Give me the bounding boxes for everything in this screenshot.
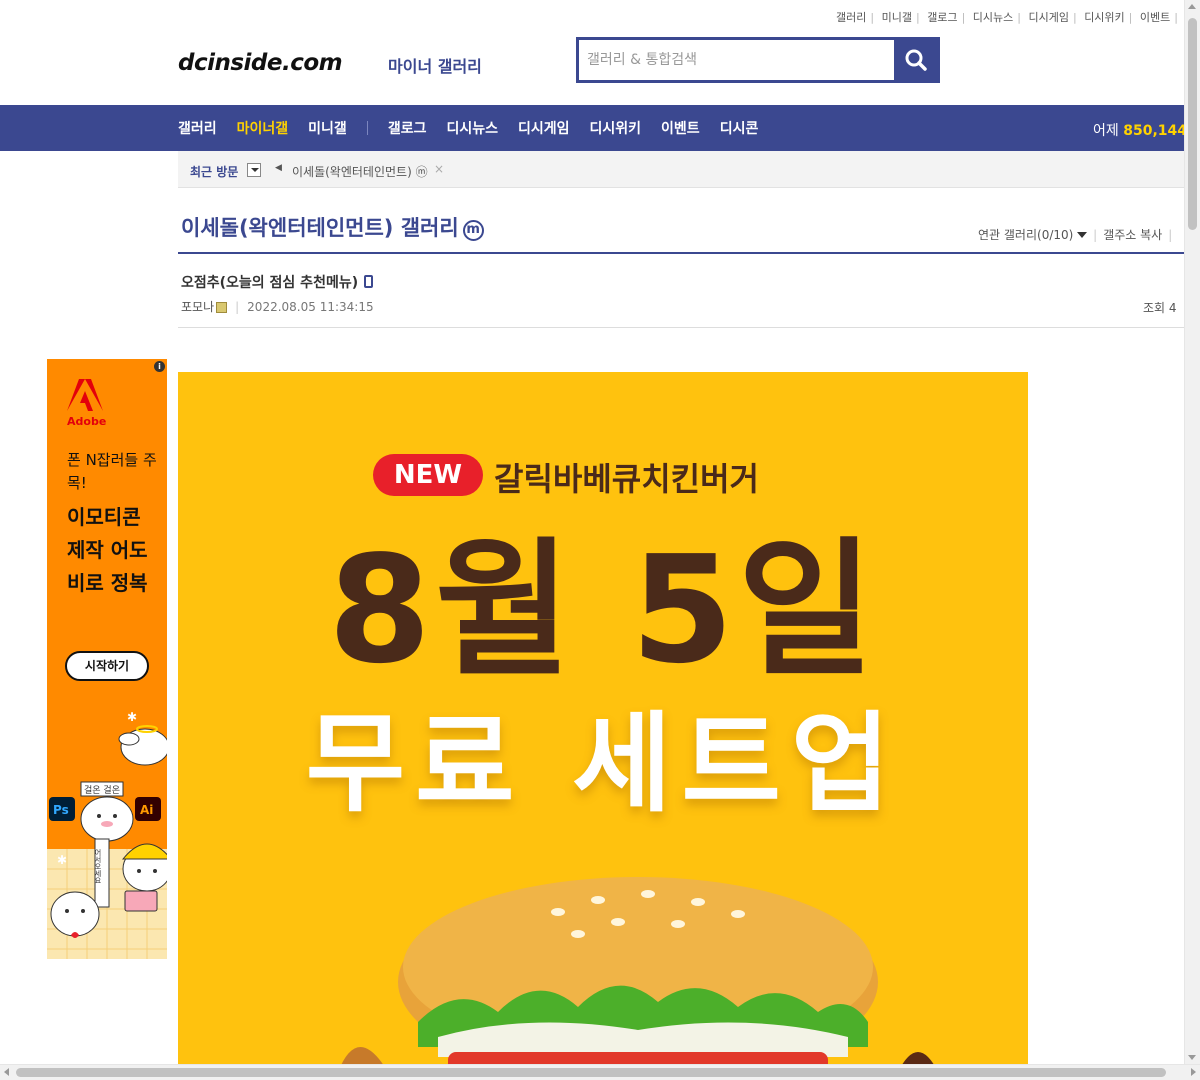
horizontal-scrollbar[interactable] <box>0 1064 1200 1080</box>
post-image[interactable]: NEW 갈릭바베큐치킨버거 8월 5일 무료 세트업 <box>178 372 1028 1072</box>
search-box <box>576 37 940 83</box>
nav-divider <box>366 121 368 135</box>
nav-item-event[interactable]: 이벤트 <box>661 118 700 138</box>
visitor-label: 어제 <box>1093 123 1119 139</box>
side-advertisement[interactable]: i Adobe 폰 N잡러들 주목! 이모티콘 제작 어도비로 정복 시작하기 … <box>47 359 167 959</box>
svg-text:✱: ✱ <box>57 853 67 867</box>
util-link-gallog[interactable]: 갤로그 <box>927 11 957 24</box>
gallery-tools: 연관 갤러리(0/10) | 갤주소 복사 | <box>978 228 1173 242</box>
recent-visits-label: 최근 방문 <box>190 165 239 179</box>
recent-visits-bar: 최근 방문 ◀ 이세돌(왁엔터테인먼트) ⓜ × <box>178 151 1184 188</box>
nav-item-news[interactable]: 디시뉴스 <box>446 118 498 138</box>
nav-item-game[interactable]: 디시게임 <box>518 118 570 138</box>
svg-text:Ai: Ai <box>140 803 153 817</box>
visitor-value: 850,144 <box>1123 123 1187 139</box>
recent-visits-dropdown[interactable] <box>247 163 261 177</box>
nav-item-gallery[interactable]: 갤러리 <box>178 118 217 138</box>
svg-text:✱: ✱ <box>127 710 137 724</box>
nav-item-dccon[interactable]: 디시콘 <box>720 118 759 138</box>
search-button[interactable] <box>894 40 937 80</box>
util-link-event[interactable]: 이벤트 <box>1140 11 1170 24</box>
close-icon[interactable]: × <box>434 162 444 176</box>
new-badge: NEW <box>373 454 483 496</box>
post-meta: 포모나 | 2022.08.05 11:34:15 <box>181 300 374 314</box>
vertical-scrollbar[interactable] <box>1184 0 1200 1064</box>
ad-main-text: 이모티콘 제작 어도비로 정복 <box>67 505 148 595</box>
nav-item-minor-gallery[interactable]: 마이너갤 <box>237 118 289 138</box>
ad-brand: Adobe <box>67 415 107 428</box>
page: 갤러리 | 미니갤 | 갤로그 | 디시뉴스 | 디시게임 | 디시위키 | 이벤트 | dc… <box>0 0 1200 1080</box>
burger-illustration <box>338 877 938 1072</box>
svg-text:걸온 걸온: 걸온 걸온 <box>84 785 120 796</box>
poster-product-name: 갈릭바베큐치킨버거 <box>494 460 759 498</box>
gallery-title-text: 이세돌(왁엔터테인먼트) 갤러리 <box>181 216 459 240</box>
gallery-title-underline <box>178 252 1184 254</box>
related-galleries-button[interactable]: 연관 갤러리(0/10) <box>978 228 1088 242</box>
site-logo[interactable]: dcinside.com <box>178 50 343 76</box>
recent-visit-item[interactable]: 이세돌(왁엔터테인먼트) ⓜ <box>292 163 428 180</box>
nav-item-mini-gallery[interactable]: 미니갤 <box>308 118 347 138</box>
utility-links: 갤러리 | 미니갤 | 갤로그 | 디시뉴스 | 디시게임 | 디시위키 | 이벤트 | <box>836 11 1178 24</box>
post-title-text: 오점추(오늘의 점심 추천메뉴) <box>181 275 359 291</box>
svg-text:어서오세요: 어서오세요 <box>94 848 102 884</box>
nav-item-gallog[interactable]: 갤로그 <box>388 118 427 138</box>
post-author[interactable]: 포모나 <box>181 300 214 314</box>
search-icon <box>905 49 927 71</box>
gallery-title[interactable]: 이세돌(왁엔터테인먼트) 갤러리 m <box>181 212 484 242</box>
ad-illustration: ✱ ✱ 걸온 걸온 어서오세요 Ps Ai <box>47 710 167 959</box>
chevron-left-icon[interactable]: ◀ <box>275 163 282 173</box>
main-nav: 갤러리 마이너갤 미니갤 갤로그 디시뉴스 디시게임 디시위키 이벤트 디시콘 … <box>0 105 1187 151</box>
svg-text:Ps: Ps <box>53 803 69 817</box>
search-input[interactable] <box>587 48 887 72</box>
visitor-count: 어제 850,144 <box>1093 120 1187 140</box>
horizontal-scrollbar-thumb[interactable] <box>16 1068 1166 1077</box>
ad-headline: 폰 N잡러들 주목! <box>67 451 157 492</box>
post-date: 2022.08.05 11:34:15 <box>247 300 374 314</box>
ad-info-icon[interactable]: i <box>154 361 165 372</box>
minor-gallery-badge-icon: m <box>462 220 484 241</box>
ad-start-button[interactable]: 시작하기 <box>65 651 149 681</box>
adobe-logo-icon <box>67 379 103 411</box>
post-title: 오점추(오늘의 점심 추천메뉴) <box>181 272 374 292</box>
util-link-news[interactable]: 디시뉴스 <box>973 11 1013 24</box>
caret-down-icon <box>1077 232 1088 238</box>
util-link-minigal[interactable]: 미니갤 <box>882 11 912 24</box>
logo-subtitle[interactable]: 마이너 갤러리 <box>388 53 482 77</box>
mobile-icon <box>364 275 374 288</box>
vertical-scrollbar-thumb[interactable] <box>1188 18 1197 230</box>
nav-item-wiki[interactable]: 디시위키 <box>590 118 642 138</box>
poster-date: 8월 5일 <box>328 524 878 696</box>
post-header-divider <box>178 327 1184 328</box>
util-link-gallery[interactable]: 갤러리 <box>836 11 866 24</box>
post-views: 조회 4 <box>1143 301 1177 315</box>
util-link-game[interactable]: 디시게임 <box>1028 11 1068 24</box>
user-badge-icon <box>216 302 228 313</box>
util-link-wiki[interactable]: 디시위키 <box>1084 11 1124 24</box>
copy-address-button[interactable]: 갤주소 복사 <box>1103 228 1162 242</box>
poster-promo: 무료 세트업 <box>305 702 901 827</box>
